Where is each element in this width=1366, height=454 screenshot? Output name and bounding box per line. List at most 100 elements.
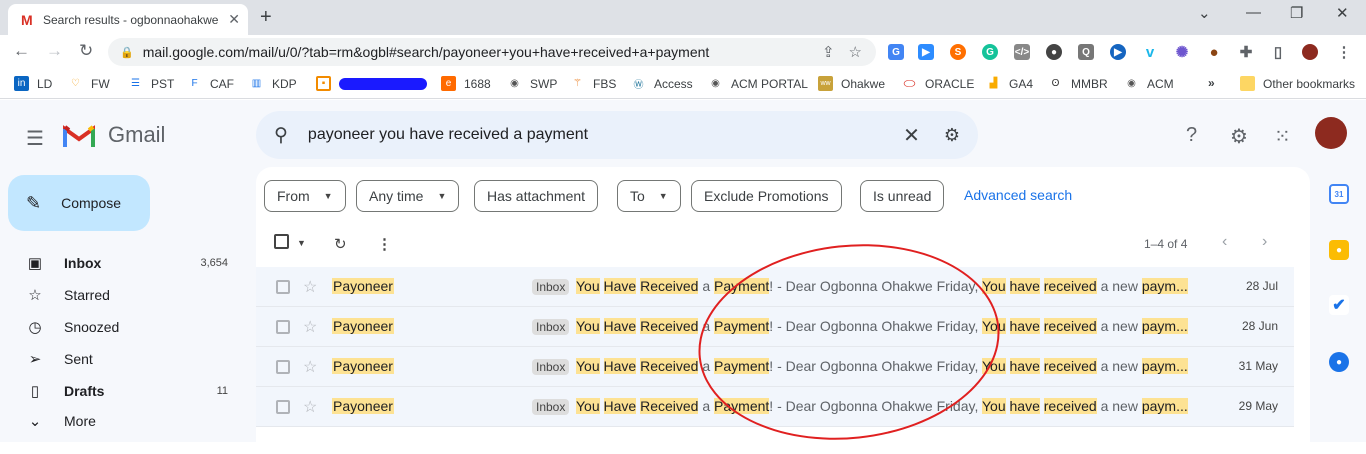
row-checkbox[interactable] <box>276 400 290 414</box>
star-icon[interactable]: ☆ <box>303 357 317 377</box>
filter-chip-is-unread[interactable]: Is unread <box>860 180 945 212</box>
bookmark-item[interactable]: ▪ <box>316 76 427 91</box>
bookmark-item[interactable]: ⬭ ORACLE <box>902 75 975 91</box>
sidebar-item-more[interactable]: ⌄ More <box>0 409 240 433</box>
inbox-label-badge[interactable]: Inbox <box>532 359 570 375</box>
search-options-icon[interactable]: ⚙ <box>944 125 960 146</box>
new-tab-icon[interactable]: + <box>260 6 272 29</box>
minimize-icon[interactable]: — <box>1246 4 1261 21</box>
other-bookmarks[interactable]: Other bookmarks <box>1240 76 1355 91</box>
filter-chip-to[interactable]: To ▼ <box>617 180 681 212</box>
row-checkbox[interactable] <box>276 320 290 334</box>
apps-grid-icon[interactable]: ⁙ <box>1274 124 1291 149</box>
more-actions-icon[interactable]: ⋮ <box>377 235 392 253</box>
sidebar-item-snoozed[interactable]: ◷ Snoozed <box>0 311 240 343</box>
star-icon[interactable]: ☆ <box>303 277 317 297</box>
filter-chip-exclude-promotions[interactable]: Exclude Promotions <box>691 180 842 212</box>
bookmark-star-icon[interactable]: ☆ <box>849 43 862 61</box>
filter-chip-from[interactable]: From ▼ <box>264 180 346 212</box>
inbox-label-badge[interactable]: Inbox <box>532 319 570 335</box>
search-input[interactable]: payoneer you have received a payment <box>308 126 903 144</box>
back-arrow-icon[interactable]: ← <box>13 41 30 61</box>
cookie-extension-icon[interactable]: ● <box>1206 44 1222 61</box>
inbox-label-badge[interactable]: Inbox <box>532 399 570 415</box>
gmail-favicon-icon: M <box>21 11 33 28</box>
sidebar-item-sent[interactable]: ➢ Sent <box>0 343 240 375</box>
extension-icon[interactable]: ▶ <box>1110 44 1126 60</box>
star-icon[interactable]: ☆ <box>303 317 317 337</box>
search-icon[interactable]: ⚲ <box>274 124 288 147</box>
row-checkbox[interactable] <box>276 280 290 294</box>
row-checkbox[interactable] <box>276 360 290 374</box>
bookmarks-overflow-icon[interactable]: » <box>1208 76 1215 90</box>
window-close-icon[interactable]: ✕ <box>1336 4 1349 22</box>
ohakwe-icon: ww <box>818 76 833 91</box>
settings-gear-icon[interactable]: ⚙ <box>1230 124 1248 149</box>
gmail-logo[interactable]: Gmail <box>63 122 165 148</box>
advanced-search-link[interactable]: Advanced search <box>964 187 1072 203</box>
address-bar[interactable]: 🔒 mail.google.com/mail/u/0/?tab=rm&ogbl#… <box>108 38 876 66</box>
bookmark-item[interactable]: Ⓦ Access <box>631 76 693 92</box>
keep-icon[interactable]: ● <box>1329 240 1349 260</box>
bookmark-item[interactable]: ☰ PST <box>128 76 174 91</box>
bookmark-item[interactable]: ww Ohakwe <box>818 76 885 91</box>
extension-icon[interactable]: ✺ <box>1174 44 1190 61</box>
refresh-icon[interactable]: ↻ <box>334 235 347 253</box>
globe-icon: ◉ <box>711 78 720 89</box>
older-page-icon[interactable]: › <box>1262 233 1267 251</box>
browser-menu-icon[interactable]: ⋮ <box>1336 44 1352 61</box>
bookmark-item[interactable]: F CAF <box>187 76 234 91</box>
sidebar-item-inbox[interactable]: ▣ Inbox 3,654 <box>0 247 240 279</box>
bookmark-item[interactable]: ▟ GA4 <box>986 76 1033 91</box>
forward-arrow-icon[interactable]: → <box>46 41 63 61</box>
grammarly-extension-icon[interactable]: G <box>982 44 998 60</box>
bookmark-item[interactable]: ◉ ACM <box>1124 76 1174 91</box>
code-extension-icon[interactable]: </> <box>1014 44 1030 60</box>
analytics-icon: ▟ <box>989 78 998 89</box>
select-dropdown-icon[interactable]: ▼ <box>297 238 306 248</box>
extension-icon[interactable]: Q <box>1078 44 1094 60</box>
bookmark-item[interactable]: ▥ KDP <box>249 76 297 91</box>
tab-search-icon[interactable]: ⌄ <box>1198 4 1211 22</box>
sidepanel-icon[interactable]: ▯ <box>1270 44 1286 61</box>
tasks-icon[interactable]: ✔ <box>1329 295 1349 315</box>
select-all-checkbox[interactable] <box>274 234 289 249</box>
sidebar-item-starred[interactable]: ☆ Starred <box>0 279 240 311</box>
bookmark-item[interactable]: ʘ MMBR <box>1048 76 1108 91</box>
calendar-icon[interactable]: 31 <box>1329 184 1349 204</box>
close-tab-icon[interactable]: ✕ <box>228 11 240 28</box>
clear-search-icon[interactable]: ✕ <box>903 123 920 148</box>
inbox-label-badge[interactable]: Inbox <box>532 279 570 295</box>
bookmark-item[interactable]: ♡ FW <box>68 76 110 91</box>
filter-chip-has-attachment[interactable]: Has attachment <box>474 180 599 212</box>
browser-tab[interactable]: M Search results - ogbonnaohakwe ✕ <box>8 4 248 35</box>
translate-extension-icon[interactable]: G <box>888 44 904 60</box>
help-icon[interactable]: ? <box>1186 124 1197 147</box>
newer-page-icon[interactable]: ‹ <box>1222 233 1227 251</box>
bookmark-item[interactable]: in LD <box>14 76 52 91</box>
wordpress-icon: Ⓦ <box>633 80 644 91</box>
extension-icon[interactable]: ● <box>1046 44 1062 60</box>
bookmark-item[interactable]: ⚚ FBS <box>570 76 616 91</box>
bookmark-item[interactable]: ◉ SWP <box>507 76 557 91</box>
gmail-wordmark: Gmail <box>108 122 166 147</box>
extension-icon[interactable]: S <box>950 44 966 60</box>
vimeo-extension-icon[interactable]: v <box>1142 44 1158 61</box>
bookmark-item[interactable]: ◉ ACM PORTAL <box>708 76 808 91</box>
restore-icon[interactable]: ❐ <box>1290 4 1303 22</box>
zoom-extension-icon[interactable]: ▶ <box>918 44 934 60</box>
account-avatar[interactable] <box>1315 117 1347 149</box>
reload-icon[interactable]: ↻ <box>79 41 93 61</box>
profile-avatar-icon[interactable] <box>1302 44 1318 60</box>
puzzle-extensions-icon[interactable]: ✚ <box>1238 44 1254 61</box>
filter-chip-any-time[interactable]: Any time ▼ <box>356 180 460 212</box>
compose-button[interactable]: ✎ Compose <box>8 175 150 231</box>
contacts-icon[interactable]: ● <box>1329 352 1349 372</box>
main-menu-icon[interactable]: ☰ <box>26 126 44 151</box>
star-icon[interactable]: ☆ <box>303 397 317 417</box>
share-icon[interactable]: ⇪ <box>822 43 835 61</box>
bookmark-item[interactable]: e 1688 <box>441 76 491 91</box>
chart-icon: ▥ <box>251 78 262 89</box>
sidebar-item-drafts[interactable]: ▯ Drafts 11 <box>0 375 240 407</box>
search-bar[interactable]: ⚲ payoneer you have received a payment ✕… <box>256 111 978 159</box>
